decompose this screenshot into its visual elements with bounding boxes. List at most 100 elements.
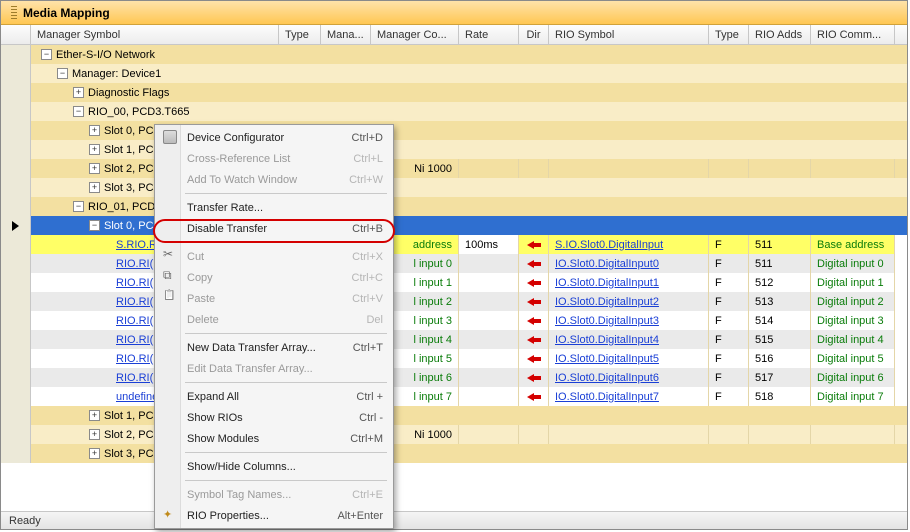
tree-symbol-link[interactable]: RIO.RI(: [116, 258, 153, 270]
menu-item-label: Show/Hide Columns...: [187, 461, 296, 473]
menu-item-rio-properties[interactable]: RIO Properties...Alt+Enter: [157, 505, 391, 526]
tree-row-rio00-slot3[interactable]: + Slot 3, PCD3: [1, 178, 907, 197]
expander-icon[interactable]: −: [89, 220, 100, 231]
mapping-row[interactable]: undefinedl input 7IO.Slot0.DigitalInput7…: [1, 387, 907, 406]
expander-icon[interactable]: +: [73, 87, 84, 98]
arrow-left-icon: [527, 260, 541, 268]
arrow-left-icon: [527, 279, 541, 287]
col-header-radds[interactable]: RIO Adds: [749, 25, 811, 44]
expander-icon[interactable]: +: [89, 448, 100, 459]
tree-symbol-link[interactable]: RIO.RI(: [116, 296, 153, 308]
menu-separator: [185, 242, 387, 243]
expander-icon[interactable]: +: [89, 125, 100, 136]
menu-item-transfer-rate[interactable]: Transfer Rate...: [157, 197, 391, 218]
rtype: F: [715, 315, 722, 327]
menu-item-shortcut: Ctrl +: [356, 391, 383, 403]
col-header-dir[interactable]: Dir: [519, 25, 549, 44]
col-header-rsymbol[interactable]: RIO Symbol: [549, 25, 709, 44]
tree-row-rio01-slot1[interactable]: + Slot 1, PCD3: [1, 406, 907, 425]
expander-icon[interactable]: +: [89, 163, 100, 174]
rio-symbol-link[interactable]: IO.Slot0.DigitalInput0: [555, 258, 659, 270]
rio-symbol-link[interactable]: IO.Slot0.DigitalInput7: [555, 391, 659, 403]
expander-icon[interactable]: +: [89, 429, 100, 440]
tree-row-root[interactable]: − Ether-S-I/O Network: [1, 45, 907, 64]
mcomment: address: [413, 239, 452, 251]
radds: 513: [755, 296, 773, 308]
tree-symbol-link[interactable]: RIO.RI(: [116, 353, 153, 365]
col-header-mcomment[interactable]: Manager Co...: [371, 25, 459, 44]
col-header-symbol[interactable]: Manager Symbol: [31, 25, 279, 44]
radds: 511: [755, 239, 773, 251]
tree-row-rio01[interactable]: − RIO_01, PCD3: [1, 197, 907, 216]
menu-item-device-configurator[interactable]: Device ConfiguratorCtrl+D: [157, 127, 391, 148]
col-header-mana[interactable]: Mana...: [321, 25, 371, 44]
tree-row-rio00[interactable]: − RIO_00, PCD3.T665: [1, 102, 907, 121]
tree-symbol-link[interactable]: RIO.RI(: [116, 277, 153, 289]
tree-label: RIO_01, PCD3: [88, 201, 161, 213]
status-text: Ready: [9, 515, 41, 527]
rio-symbol-link[interactable]: IO.Slot0.DigitalInput6: [555, 372, 659, 384]
col-header-type[interactable]: Type: [279, 25, 321, 44]
menu-item-cross-reference-list: Cross-Reference ListCtrl+L: [157, 148, 391, 169]
mapping-row[interactable]: RIO.RI(l input 5IO.Slot0.DigitalInput5F5…: [1, 349, 907, 368]
tree-row-rio00-slot0[interactable]: + Slot 0, PCD3: [1, 121, 907, 140]
col-header-rcomment[interactable]: RIO Comm...: [811, 25, 895, 44]
rio-symbol-link[interactable]: IO.Slot0.DigitalInput1: [555, 277, 659, 289]
tree-label: RIO_00, PCD3.T665: [88, 106, 190, 118]
expander-icon[interactable]: +: [89, 182, 100, 193]
menu-item-disable-transfer[interactable]: Disable TransferCtrl+B: [157, 218, 391, 239]
tree-row-rio00-slot1[interactable]: + Slot 1, PCD3: [1, 140, 907, 159]
rtype: F: [715, 353, 722, 365]
tree-symbol-link[interactable]: RIO.RI(: [116, 372, 153, 384]
expander-icon[interactable]: −: [57, 68, 68, 79]
rio-symbol-link[interactable]: IO.Slot0.DigitalInput2: [555, 296, 659, 308]
rio-symbol-link[interactable]: S.IO.Slot0.DigitalInput: [555, 239, 663, 251]
menu-item-delete: DeleteDel: [157, 309, 391, 330]
rtype: F: [715, 296, 722, 308]
mapping-row[interactable]: RIO.RI(l input 3IO.Slot0.DigitalInput3F5…: [1, 311, 907, 330]
arrow-left-icon: [527, 393, 541, 401]
tree-symbol-link[interactable]: RIO.RI(: [116, 334, 153, 346]
menu-item-new-data-transfer-array[interactable]: New Data Transfer Array...Ctrl+T: [157, 337, 391, 358]
menu-item-edit-data-transfer-array: Edit Data Transfer Array...: [157, 358, 391, 379]
tree-row-diag[interactable]: + Diagnostic Flags: [1, 83, 907, 102]
expander-icon[interactable]: −: [73, 106, 84, 117]
tree-row-manager[interactable]: − Manager: Device1: [1, 64, 907, 83]
radds: 512: [755, 277, 773, 289]
mcomment: l input 7: [413, 391, 452, 403]
tree-symbol-link[interactable]: RIO.RI(: [116, 315, 153, 327]
menu-separator: [185, 193, 387, 194]
arrow-left-icon: [527, 317, 541, 325]
menu-item-expand-all[interactable]: Expand AllCtrl +: [157, 386, 391, 407]
expander-icon[interactable]: −: [41, 49, 52, 60]
menu-item-show-hide-columns[interactable]: Show/Hide Columns...: [157, 456, 391, 477]
rio-symbol-link[interactable]: IO.Slot0.DigitalInput3: [555, 315, 659, 327]
tree-row-rio01-slot0-selected[interactable]: − Slot 0, PCD3: [1, 216, 907, 235]
tree-row-rio01-slot2[interactable]: + Slot 2, PCD3 Ni 1000: [1, 425, 907, 444]
menu-item-shortcut: Alt+Enter: [337, 510, 383, 522]
menu-separator: [185, 333, 387, 334]
col-header-rtype[interactable]: Type: [709, 25, 749, 44]
column-header-row: Manager Symbol Type Mana... Manager Co..…: [1, 25, 907, 45]
expander-icon[interactable]: +: [89, 410, 100, 421]
menu-item-show-modules[interactable]: Show Modules Ctrl+M: [157, 428, 391, 449]
rtype: F: [715, 258, 722, 270]
menu-item-show-rios[interactable]: Show RIOsCtrl -: [157, 407, 391, 428]
expander-icon[interactable]: −: [73, 201, 84, 212]
menu-item-shortcut: Ctrl+M: [350, 433, 383, 445]
menu-item-label: Show Modules: [187, 433, 259, 445]
expander-icon[interactable]: +: [89, 144, 100, 155]
menu-item-label: Cross-Reference List: [187, 153, 290, 165]
col-header-rate[interactable]: Rate: [459, 25, 519, 44]
mapping-row[interactable]: RIO.RI(l input 4IO.Slot0.DigitalInput4F5…: [1, 330, 907, 349]
mapping-row-base[interactable]: S.RIO.RI( address 100ms S.IO.Slot0.Digit…: [1, 235, 907, 254]
mapping-row[interactable]: RIO.RI(l input 2IO.Slot0.DigitalInput2F5…: [1, 292, 907, 311]
mapping-row[interactable]: RIO.RI(l input 0IO.Slot0.DigitalInput0F5…: [1, 254, 907, 273]
tree-row-rio00-slot2[interactable]: + Slot 2, PCD3 Ni 1000: [1, 159, 907, 178]
rio-symbol-link[interactable]: IO.Slot0.DigitalInput4: [555, 334, 659, 346]
tree-row-rio01-slot3[interactable]: + Slot 3, PCD3: [1, 444, 907, 463]
radds: 518: [755, 391, 773, 403]
rio-symbol-link[interactable]: IO.Slot0.DigitalInput5: [555, 353, 659, 365]
mapping-row[interactable]: RIO.RI(l input 1IO.Slot0.DigitalInput1F5…: [1, 273, 907, 292]
mapping-row[interactable]: RIO.RI(l input 6IO.Slot0.DigitalInput6F5…: [1, 368, 907, 387]
